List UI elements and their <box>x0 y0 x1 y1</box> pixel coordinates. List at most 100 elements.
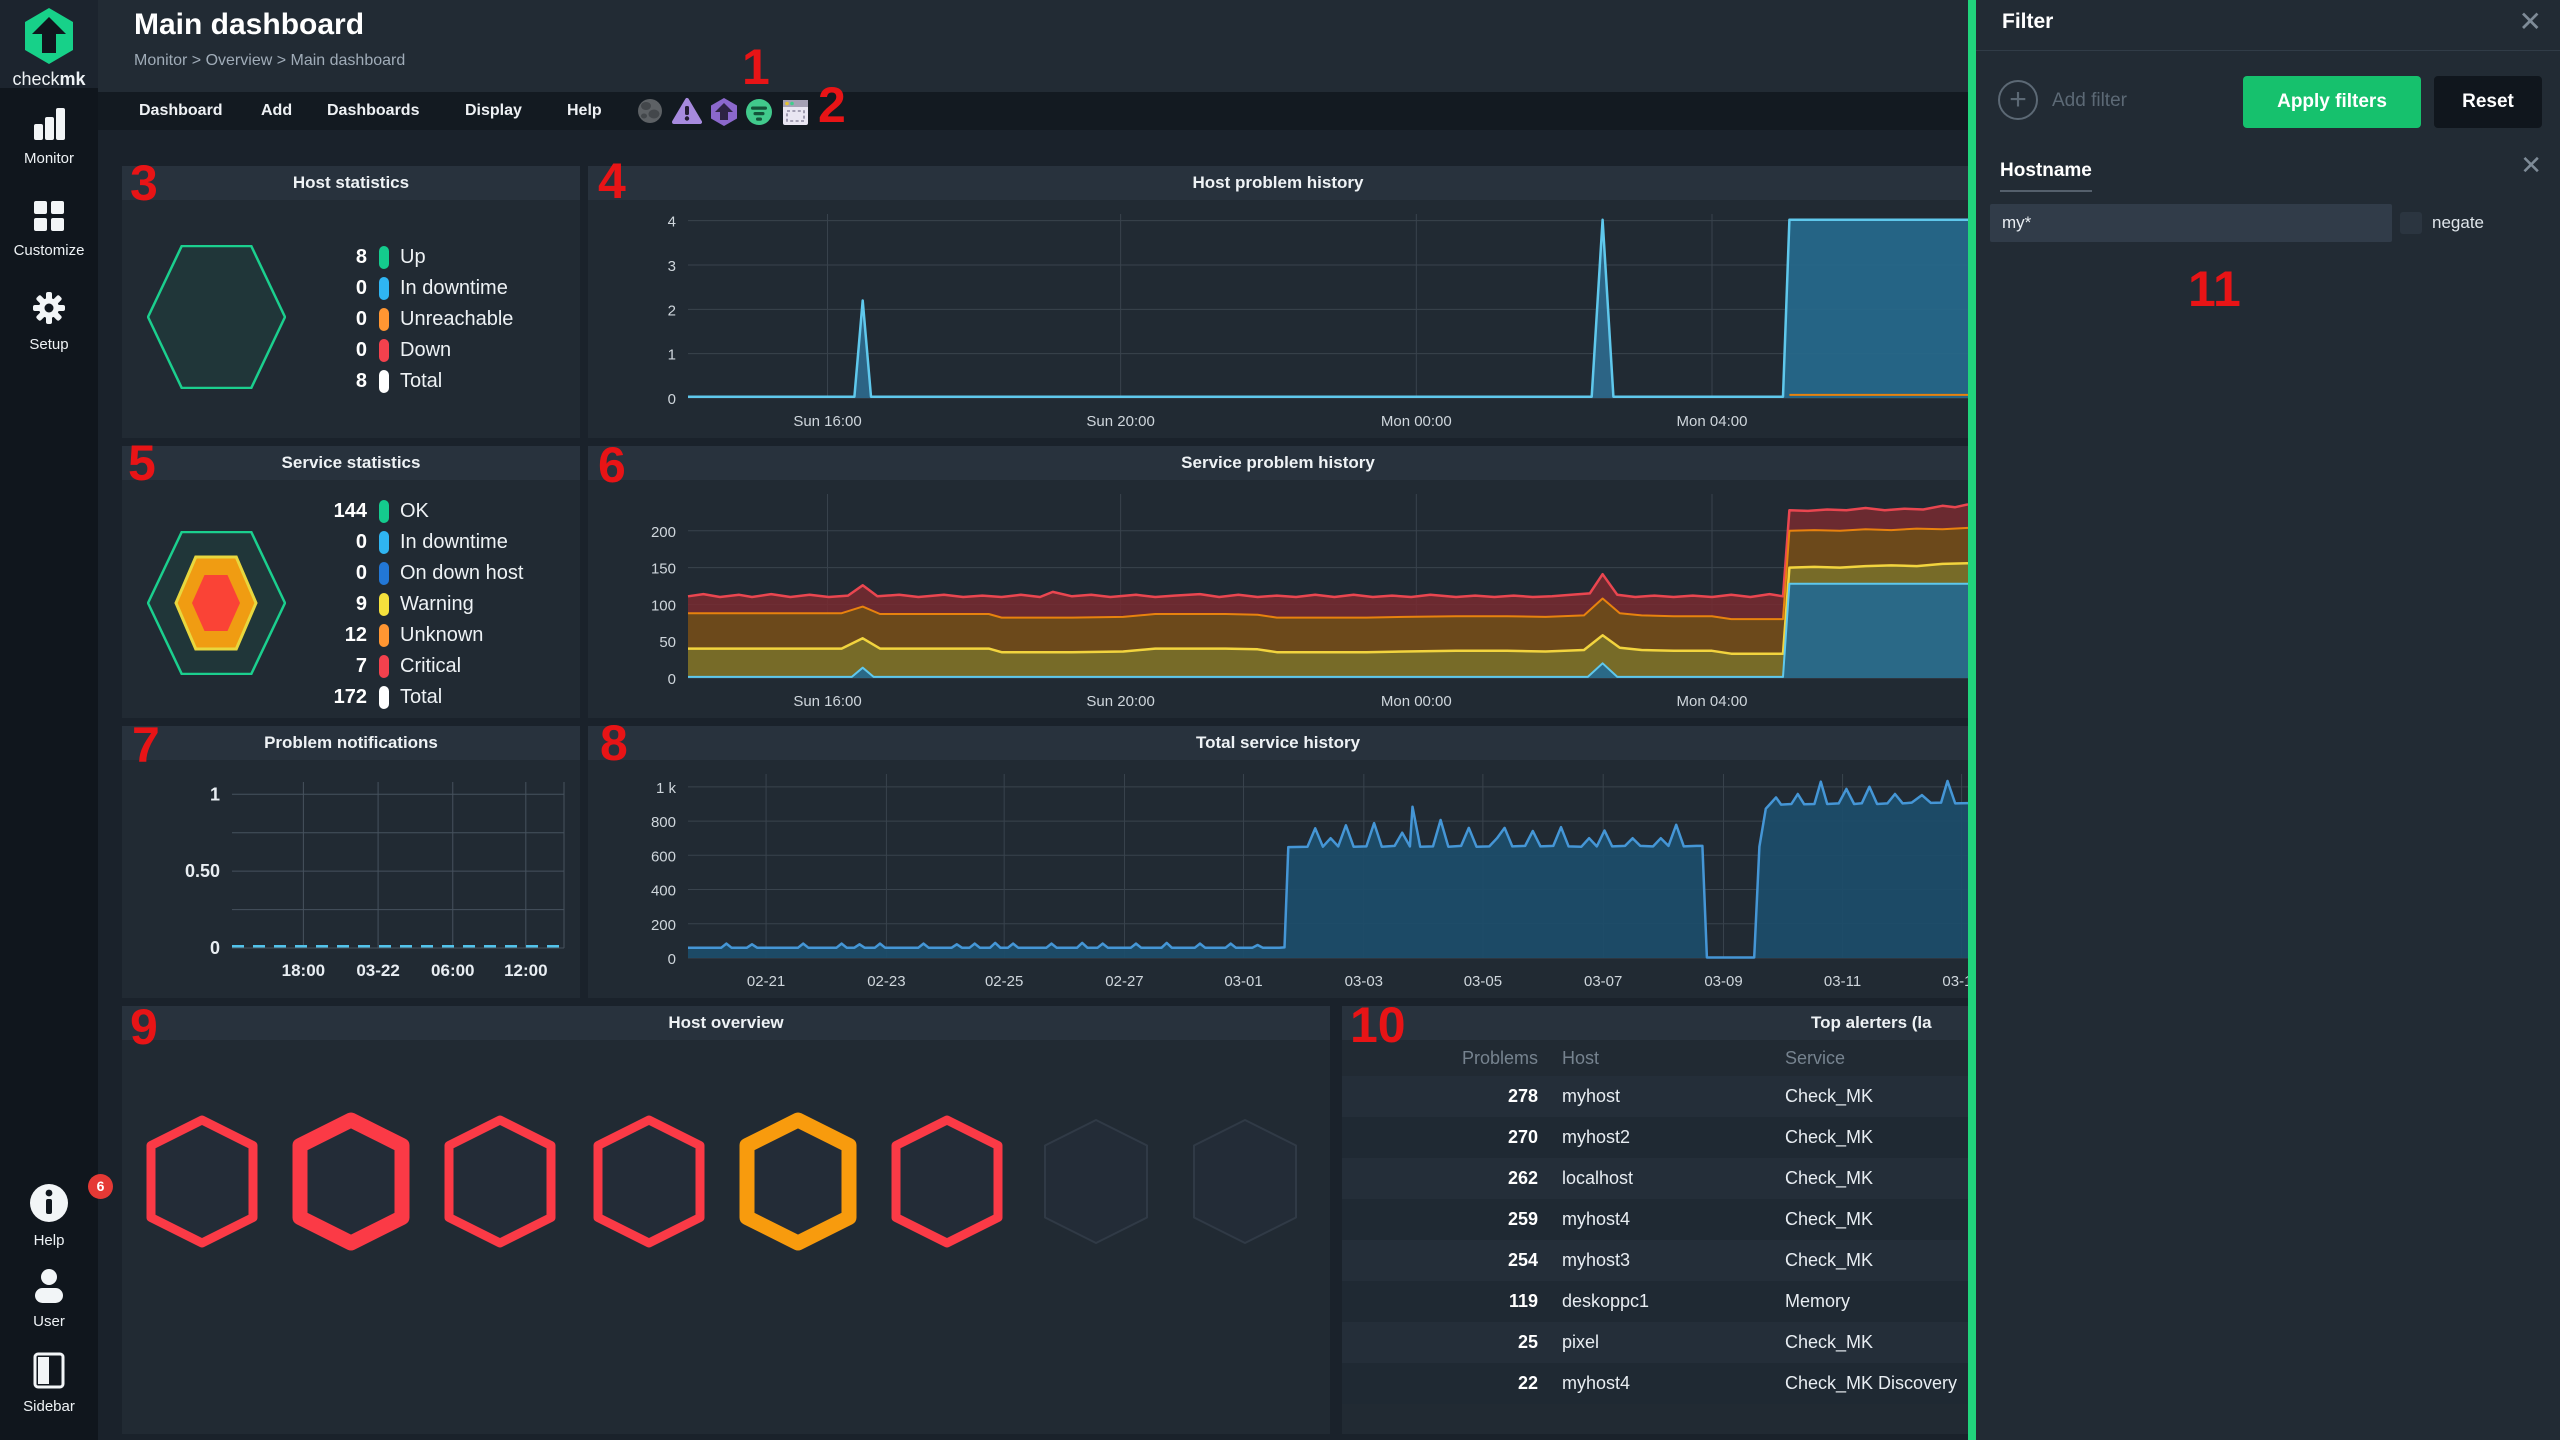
sidebar-item-monitor[interactable]: Monitor <box>0 106 98 167</box>
menu-dashboard[interactable]: Dashboard <box>139 92 223 130</box>
legend-row[interactable]: 9 Warning <box>257 589 523 620</box>
sidebar-item-sidebar[interactable]: Sidebar <box>0 1350 98 1415</box>
warning-icon[interactable] <box>672 97 702 125</box>
column-header-host[interactable]: Host <box>1562 1048 1762 1069</box>
sidebar-item-user[interactable]: User <box>0 1265 98 1330</box>
legend-value: 0 <box>355 531 367 553</box>
problem-notifications-chart[interactable]: 0 0.50 1 18:00 03-22 06:00 12:00 <box>122 760 580 998</box>
cell-service[interactable]: Check_MK <box>1785 1086 1873 1107</box>
table-row[interactable]: 22 myhost4 Check_MK Discovery <box>1342 1363 1968 1404</box>
table-row[interactable]: 262 localhost Check_MK <box>1342 1158 1968 1199</box>
legend-row[interactable]: 8 Up <box>257 242 513 273</box>
legend-row[interactable]: 8 Total <box>257 366 513 397</box>
cell-service[interactable]: Check_MK <box>1785 1127 1873 1148</box>
legend-row[interactable]: 144 OK <box>257 496 523 527</box>
menu-bar: Dashboard Add Dashboards Display Help <box>98 92 1968 130</box>
legend-row[interactable]: 0 On down host <box>257 558 523 589</box>
panel-total-service-history: Total service history 0 200 400 600 800 1 k 02… <box>588 726 1968 998</box>
cell-problems: 22 <box>1517 1373 1538 1393</box>
host-hexagon-critical[interactable] <box>890 1114 1004 1254</box>
cell-host[interactable]: pixel <box>1562 1332 1762 1353</box>
table-row[interactable]: 254 myhost3 Check_MK <box>1342 1240 1968 1281</box>
reset-button[interactable]: Reset <box>2434 76 2542 128</box>
status-color-pill <box>379 246 389 269</box>
host-hexagon-warning[interactable] <box>739 1112 857 1254</box>
legend-row[interactable]: 0 In downtime <box>257 527 523 558</box>
filter-panel-accent-divider[interactable] <box>1968 0 1976 1440</box>
host-hexagon-empty[interactable] <box>1039 1114 1153 1254</box>
globe-icon[interactable] <box>636 97 664 125</box>
svg-text:03-01: 03-01 <box>1224 973 1262 990</box>
add-filter-icon[interactable]: + <box>1998 80 2038 120</box>
sidebar-item-help[interactable]: 6 Help <box>0 1174 113 1249</box>
filter-icon[interactable] <box>744 97 772 125</box>
legend-row[interactable]: 0 Unreachable <box>257 304 513 335</box>
cell-service[interactable]: Check_MK <box>1785 1209 1873 1230</box>
column-header-service[interactable]: Service <box>1785 1048 1845 1069</box>
apply-filters-button[interactable]: Apply filters <box>2243 76 2421 128</box>
host-hexagon-critical[interactable] <box>145 1114 259 1254</box>
total-service-history-chart[interactable]: 0 200 400 600 800 1 k 02-21 02-23 02-25 02-27 03-0… <box>588 760 1968 998</box>
window-icon[interactable] <box>780 97 808 125</box>
svg-text:100: 100 <box>651 597 676 614</box>
checkmk-logo[interactable]: checkmk <box>0 0 98 89</box>
legend-row[interactable]: 7 Critical <box>257 651 523 682</box>
legend-row[interactable]: 12 Unknown <box>257 620 523 651</box>
host-hexagon-critical[interactable] <box>592 1114 706 1254</box>
cell-host[interactable]: myhost <box>1562 1086 1762 1107</box>
service-problem-history-chart[interactable]: 0 50 100 150 200 Sun 16:00 Sun 20:00 Mon 00:00 M… <box>588 480 1968 718</box>
cell-service[interactable]: Check_MK <box>1785 1168 1873 1189</box>
checkmk-hexagon-icon <box>25 8 73 64</box>
cell-service[interactable]: Check_MK Discovery <box>1785 1373 1957 1394</box>
close-icon[interactable]: ✕ <box>2519 8 2542 36</box>
svg-text:200: 200 <box>651 524 676 541</box>
table-row[interactable]: 270 myhost2 Check_MK <box>1342 1117 1968 1158</box>
cell-host[interactable]: myhost4 <box>1562 1373 1762 1394</box>
status-color-pill <box>379 562 389 585</box>
svg-text:Mon 04:00: Mon 04:00 <box>1677 693 1748 710</box>
svg-text:400: 400 <box>651 883 676 900</box>
user-icon <box>29 1265 69 1309</box>
service-statistics-legend: 144 OK 0 In downtime 0 On down host 9 Warning 12… <box>257 496 523 713</box>
panel-top-alerters: Top alerters (la Problems Host Service 2… <box>1342 1006 1968 1434</box>
legend-row[interactable]: 0 Down <box>257 335 513 366</box>
table-row[interactable]: 119 deskoppc1 Memory <box>1342 1281 1968 1322</box>
host-hexagon-critical[interactable] <box>443 1114 557 1254</box>
svg-text:3: 3 <box>668 258 676 275</box>
cell-host[interactable]: myhost2 <box>1562 1127 1762 1148</box>
sidebar-item-customize[interactable]: Customize <box>0 198 98 259</box>
remove-hostname-filter-icon[interactable]: ✕ <box>2520 152 2542 178</box>
table-row[interactable]: 259 myhost4 Check_MK <box>1342 1199 1968 1240</box>
divider <box>1976 50 2560 51</box>
table-row[interactable]: 25 pixel Check_MK <box>1342 1322 1968 1363</box>
sidebar-item-setup[interactable]: Setup <box>0 288 98 353</box>
table-row[interactable]: 278 myhost Check_MK <box>1342 1076 1968 1117</box>
cell-host[interactable]: myhost3 <box>1562 1250 1762 1271</box>
sidebar-item-label: Sidebar <box>23 1398 75 1415</box>
hostname-input[interactable] <box>1990 204 2392 242</box>
host-problem-history-chart[interactable]: 0 1 2 3 4 Sun 16:00 Sun 20:00 Mon 00:00 Mon 04:0… <box>588 200 1968 438</box>
host-hexagon-critical[interactable] <box>292 1112 410 1254</box>
legend-value: 0 <box>355 277 367 299</box>
legend-row[interactable]: 172 Total <box>257 682 523 713</box>
svg-text:03-05: 03-05 <box>1464 973 1502 990</box>
cell-host[interactable]: deskoppc1 <box>1562 1291 1762 1312</box>
menu-add[interactable]: Add <box>261 92 292 130</box>
menu-help[interactable]: Help <box>567 92 602 130</box>
cell-problems: 254 <box>1507 1250 1538 1270</box>
cell-service[interactable]: Memory <box>1785 1291 1850 1312</box>
cell-host[interactable]: localhost <box>1562 1168 1762 1189</box>
menu-display[interactable]: Display <box>465 92 522 130</box>
menu-dashboards[interactable]: Dashboards <box>327 92 419 130</box>
cell-service[interactable]: Check_MK <box>1785 1250 1873 1271</box>
host-hexagon-empty[interactable] <box>1188 1114 1302 1254</box>
status-color-pill <box>379 339 389 362</box>
cell-service[interactable]: Check_MK <box>1785 1332 1873 1353</box>
negate-checkbox[interactable] <box>2400 212 2422 234</box>
table-header: Problems Host Service <box>1342 1040 1968 1076</box>
legend-label: Warning <box>400 593 474 615</box>
add-filter-label[interactable]: Add filter <box>2052 90 2127 112</box>
cell-host[interactable]: myhost4 <box>1562 1209 1762 1230</box>
checkmk-badge-icon[interactable] <box>709 97 737 126</box>
legend-row[interactable]: 0 In downtime <box>257 273 513 304</box>
